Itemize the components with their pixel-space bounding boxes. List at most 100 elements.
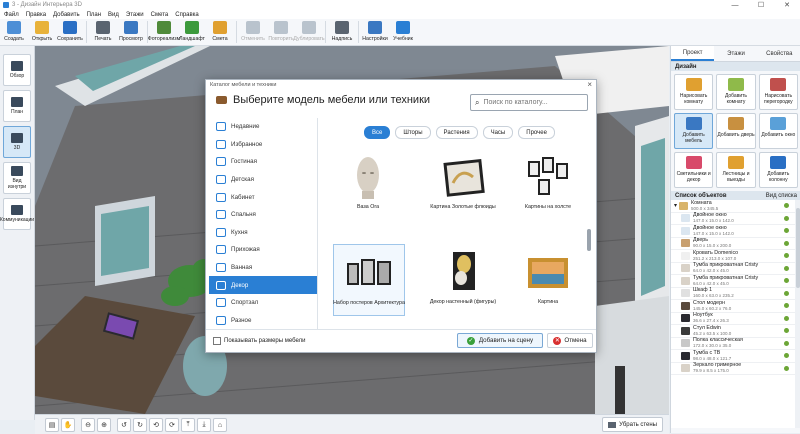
- menu-estimate[interactable]: Смета: [151, 12, 169, 18]
- scroll-thumb[interactable]: [796, 208, 800, 288]
- design-tool-button[interactable]: Добавить мебель: [674, 113, 714, 149]
- catalog-model[interactable]: Картина Золотые флюиды: [428, 149, 498, 219]
- menu-view[interactable]: Вид: [108, 12, 119, 18]
- category-item[interactable]: Кабинет: [209, 188, 317, 206]
- zoom-out-icon[interactable]: ⊖: [81, 418, 95, 432]
- filter-chip[interactable]: Все: [364, 126, 391, 139]
- menu-add[interactable]: Добавить: [53, 12, 80, 18]
- design-tool-button[interactable]: Нарисовать комнату: [674, 74, 714, 110]
- category-item[interactable]: Недавние: [209, 118, 317, 136]
- toolbar-redo-button[interactable]: Повторить: [267, 19, 295, 45]
- visibility-icon[interactable]: [784, 253, 789, 258]
- dialog-close-icon[interactable]: ×: [587, 80, 592, 89]
- page-icon[interactable]: ▤: [45, 418, 59, 432]
- toolbar-help-button[interactable]: Учебник: [389, 19, 417, 45]
- category-item[interactable]: Декор: [209, 276, 317, 294]
- category-item[interactable]: Разное: [209, 312, 317, 330]
- toolbar-duplicate-button[interactable]: Дублировать: [293, 19, 325, 45]
- visibility-icon[interactable]: [784, 340, 789, 346]
- object-list-item[interactable]: Стул Edwin 45.2 x 63.5 x 100.0: [671, 325, 800, 338]
- remove-walls-button[interactable]: Убрать стены: [602, 417, 663, 432]
- toolbar-gear-button[interactable]: Настройки: [361, 19, 389, 45]
- menu-edit[interactable]: Правка: [26, 12, 46, 18]
- object-list-scrollbar[interactable]: [795, 200, 800, 428]
- menu-help[interactable]: Справка: [175, 12, 199, 18]
- category-item[interactable]: Гостиная: [209, 153, 317, 171]
- object-list-item[interactable]: Тумба с ТВ 98.0 x 48.0 x 121.7: [671, 350, 800, 363]
- toolbar-photo-button[interactable]: Фотореализм: [148, 19, 180, 45]
- category-item[interactable]: Кухня: [209, 224, 317, 242]
- tilt-down-icon[interactable]: ⤓: [197, 418, 211, 432]
- hand-icon[interactable]: ✋: [61, 418, 75, 432]
- object-list-item[interactable]: Тумба прикроватная Cristy 64.0 x 42.0 x 4…: [671, 275, 800, 288]
- orbit-right-icon[interactable]: ⟳: [165, 418, 179, 432]
- list-view-toggle[interactable]: Вид списка: [766, 193, 797, 199]
- design-tool-button[interactable]: Лестницы и выезды: [716, 152, 756, 188]
- visibility-icon[interactable]: [784, 228, 789, 233]
- toolbar-printer-button[interactable]: Печать: [89, 19, 117, 45]
- object-list-item[interactable]: Двойное окно 147.0 x 15.0 x 142.0: [671, 225, 800, 238]
- toolbar-monitor-button[interactable]: Просмотр: [117, 19, 145, 45]
- tab-2[interactable]: Свойства: [758, 46, 800, 61]
- visibility-icon[interactable]: [784, 353, 789, 358]
- object-list-item[interactable]: Зеркало гримерное 79.9 x 8.5 x 175.0: [671, 363, 800, 375]
- tab-1[interactable]: Этажи: [714, 46, 757, 61]
- scroll-thumb[interactable]: [587, 229, 591, 251]
- object-list-item[interactable]: Полка классическая 172.0 x 30.0 x 35.0: [671, 338, 800, 350]
- visibility-icon[interactable]: [784, 240, 789, 246]
- visibility-icon[interactable]: [784, 265, 789, 271]
- catalog-model[interactable]: Декор настенный (фигуры): [428, 244, 498, 314]
- checkbox-box[interactable]: [213, 337, 221, 345]
- toolbar-estimate-button[interactable]: Смета: [206, 19, 234, 45]
- view-button-3d[interactable]: 3D: [3, 126, 31, 158]
- cancel-button[interactable]: ✕ Отмена: [547, 333, 593, 348]
- home-icon[interactable]: ⌂: [213, 418, 227, 432]
- visibility-icon[interactable]: [784, 290, 789, 296]
- view-button-plan[interactable]: План: [3, 90, 31, 122]
- catalog-search[interactable]: ⌕: [470, 94, 588, 111]
- catalog-model[interactable]: Картина: [513, 244, 583, 314]
- filter-chip[interactable]: Шторы: [395, 126, 431, 139]
- catalog-search-input[interactable]: [483, 99, 574, 106]
- toolbar-folder-button[interactable]: Открыть: [28, 19, 56, 45]
- object-list-item[interactable]: Двойное окно 147.0 x 15.0 x 142.0: [671, 213, 800, 225]
- toolbar-text-button[interactable]: Надпись: [328, 19, 356, 45]
- object-list-item[interactable]: Кровать Domenico 251.2 x 213.0 x 107.0: [671, 250, 800, 263]
- visibility-icon[interactable]: [784, 315, 789, 321]
- minimize-button[interactable]: —: [722, 0, 748, 10]
- add-to-scene-button[interactable]: ✓ Добавить на сцену: [457, 333, 543, 348]
- toolbar-new-file-button[interactable]: Создать: [0, 19, 28, 45]
- object-list-item[interactable]: Дверь 90.0 x 15.0 x 200.0: [671, 238, 800, 250]
- design-tool-button[interactable]: Добавить комнату: [716, 74, 756, 110]
- toolbar-save-button[interactable]: Сохранить: [56, 19, 84, 45]
- maximize-button[interactable]: ☐: [748, 0, 774, 10]
- filter-chip[interactable]: Часы: [482, 126, 514, 139]
- tilt-up-icon[interactable]: ⤒: [181, 418, 195, 432]
- object-list-item[interactable]: Шкаф 1 160.0 x 63.0 x 235.2: [671, 288, 800, 300]
- object-list-item[interactable]: Ноутбук 36.6 x 27.4 x 26.3: [671, 313, 800, 325]
- zoom-in-icon[interactable]: ⊕: [97, 418, 111, 432]
- catalog-model[interactable]: Набор постеров Архитектура: [333, 244, 405, 316]
- object-list-item[interactable]: Стол модерн 145.0 x 60.2 x 76.0: [671, 300, 800, 313]
- design-tool-button[interactable]: Добавить дверь: [716, 113, 756, 149]
- tab-0[interactable]: Проект: [671, 46, 715, 61]
- rotate-left-icon[interactable]: ↺: [117, 418, 131, 432]
- view-button-communications[interactable]: Коммуникации: [0, 198, 34, 230]
- object-room[interactable]: ▾ Комната 500.0 x 345.5: [671, 200, 800, 213]
- design-tool-button[interactable]: Светильники и декор: [674, 152, 714, 188]
- menu-plan[interactable]: План: [87, 12, 101, 18]
- visibility-icon[interactable]: [784, 303, 789, 308]
- visibility-icon[interactable]: [784, 215, 789, 221]
- filter-chip[interactable]: Прочее: [518, 126, 555, 139]
- catalog-model[interactable]: Картины на холсте: [513, 149, 583, 219]
- close-button[interactable]: ✕: [774, 0, 800, 10]
- category-item[interactable]: Спальня: [209, 206, 317, 224]
- design-tool-button[interactable]: Добавить окно: [758, 113, 798, 149]
- category-item[interactable]: Детская: [209, 171, 317, 189]
- menu-file[interactable]: Файл: [4, 12, 19, 18]
- rotate-right-icon[interactable]: ↻: [133, 418, 147, 432]
- visibility-icon[interactable]: [784, 278, 789, 283]
- category-item[interactable]: Ванная: [209, 259, 317, 277]
- view-button-overview[interactable]: Обзор: [3, 54, 31, 86]
- category-item[interactable]: Избранное: [209, 136, 317, 154]
